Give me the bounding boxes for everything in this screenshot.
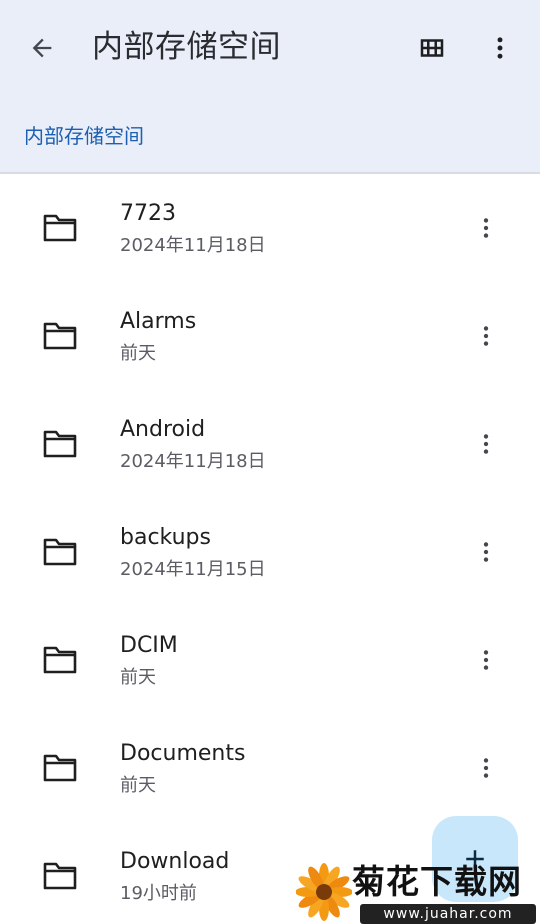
file-date: 前天 [120, 775, 156, 796]
more-vert-icon [497, 37, 503, 59]
item-menu-button[interactable] [466, 532, 506, 572]
folder-icon [43, 322, 77, 350]
file-date: 2024年11月18日 [120, 451, 266, 472]
folder-icon [43, 754, 77, 782]
file-date: 前天 [120, 343, 156, 364]
grid-view-button[interactable] [412, 28, 452, 68]
breadcrumb[interactable]: 内部存储空间 [24, 120, 144, 152]
file-name: backups [120, 525, 211, 550]
file-date: 19小时前 [120, 883, 197, 904]
list-item[interactable]: Android 2024年11月18日 [0, 390, 540, 498]
list-item[interactable]: Documents 前天 [0, 714, 540, 822]
item-menu-button[interactable] [466, 640, 506, 680]
item-menu-button[interactable] [466, 748, 506, 788]
file-name: Alarms [120, 309, 197, 334]
file-date: 2024年11月18日 [120, 235, 266, 256]
file-name: 7723 [120, 201, 176, 226]
flower-logo-icon [296, 863, 352, 921]
list-item[interactable]: Alarms 前天 [0, 282, 540, 390]
item-menu-button[interactable] [466, 424, 506, 464]
arrow-back-icon [32, 38, 52, 58]
overflow-menu-button[interactable] [480, 28, 520, 68]
folder-icon [43, 214, 77, 242]
page-title: 内部存储空间 [92, 29, 281, 65]
folder-icon [43, 430, 77, 458]
file-name: Download [120, 849, 230, 874]
back-button[interactable] [22, 28, 62, 68]
more-vert-icon [483, 434, 489, 454]
list-item[interactable]: backups 2024年11月15日 [0, 498, 540, 606]
list-item[interactable]: DCIM 前天 [0, 606, 540, 714]
folder-icon [43, 862, 77, 890]
file-name: Documents [120, 741, 246, 766]
folder-icon [43, 646, 77, 674]
header: 内部存储空间 内部存储空间 [0, 0, 540, 172]
watermark-text: 菊花下载网 [352, 862, 522, 901]
list-item[interactable]: 7723 2024年11月18日 [0, 174, 540, 282]
more-vert-icon [483, 650, 489, 670]
watermark-url: www.juahar.com [360, 904, 536, 924]
file-name: DCIM [120, 633, 178, 658]
file-name: Android [120, 417, 206, 442]
app-bar: 内部存储空间 [0, 0, 540, 96]
item-menu-button[interactable] [466, 316, 506, 356]
watermark: 菊花下载网 www.juahar.com [296, 860, 540, 924]
folder-icon [43, 538, 77, 566]
grid-view-icon [420, 39, 444, 57]
file-date: 前天 [120, 667, 156, 688]
more-vert-icon [483, 218, 489, 238]
more-vert-icon [483, 758, 489, 778]
file-list: 7723 2024年11月18日 Alarms 前天 Android 2024年… [0, 174, 540, 924]
more-vert-icon [483, 326, 489, 346]
more-vert-icon [483, 542, 489, 562]
item-menu-button[interactable] [466, 208, 506, 248]
file-date: 2024年11月15日 [120, 559, 266, 580]
